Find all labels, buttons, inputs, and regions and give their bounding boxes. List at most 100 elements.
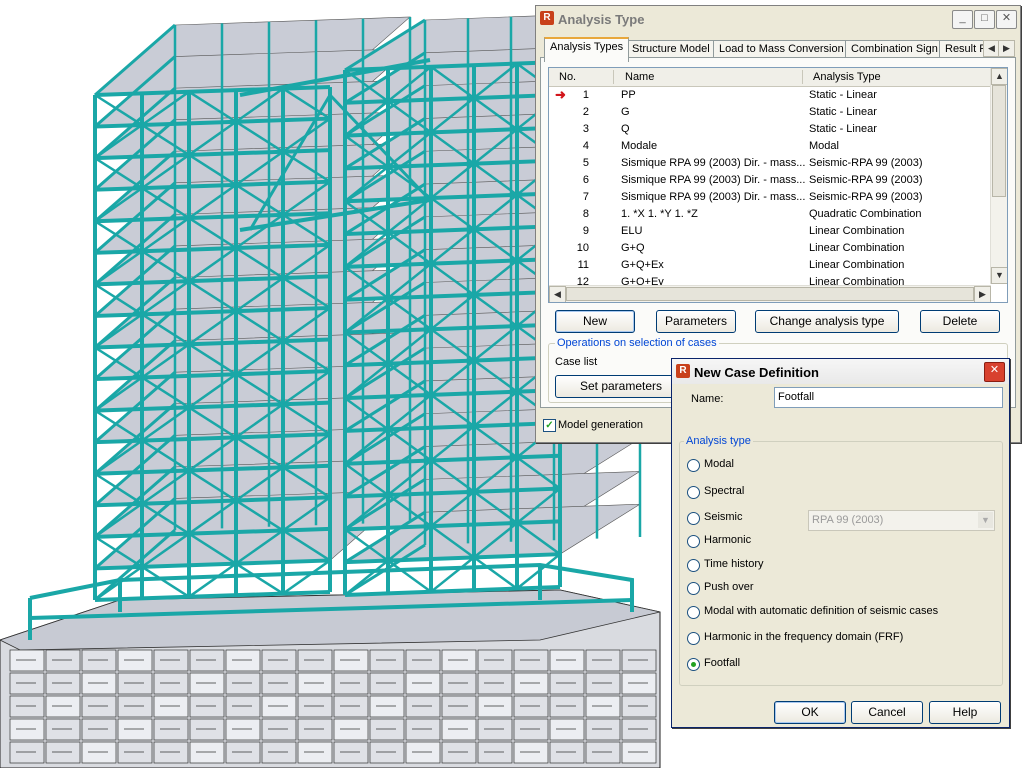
scroll-up-icon[interactable]: ▲	[991, 68, 1007, 85]
operations-group-title: Operations on selection of cases	[555, 337, 719, 349]
cell-no: 4	[582, 140, 589, 152]
ok-button[interactable]: OK	[774, 701, 846, 724]
radio-label: Footfall	[704, 657, 741, 669]
cell-name: Sismique RPA 99 (2003) Dir. - mass...	[621, 157, 806, 169]
cell-type: Static - Linear	[809, 123, 877, 135]
cell-name: Q	[621, 123, 630, 135]
analysis-type-group-title: Analysis type	[684, 435, 753, 447]
maximize-icon[interactable]: □	[974, 10, 995, 29]
cell-no: 11	[577, 259, 589, 271]
change-analysis-type-button[interactable]: Change analysis type	[755, 310, 899, 333]
radio-label: Modal	[704, 458, 734, 470]
hscroll-thumb[interactable]	[566, 287, 974, 301]
model-generation-label: Model generation	[558, 419, 644, 431]
cell-name: G+Q	[621, 242, 645, 254]
cell-no: 2	[582, 106, 589, 118]
vertical-scrollbar[interactable]: ▲ ▼	[990, 68, 1007, 284]
table-row[interactable]: 11 G+Q+Ex Linear Combination	[549, 257, 991, 274]
minimize-icon[interactable]: _	[952, 10, 973, 29]
robot-app-icon: R	[676, 364, 690, 378]
radio-button[interactable]	[687, 512, 700, 525]
table-row[interactable]: ➜ 1 PP Static - Linear	[549, 87, 991, 104]
cell-name: ELU	[621, 225, 643, 237]
cell-type: Quadratic Combination	[809, 208, 922, 220]
cell-name: Sismique RPA 99 (2003) Dir. - mass...	[621, 191, 806, 203]
radio-label: Seismic	[704, 511, 743, 523]
scroll-down-icon[interactable]: ▼	[991, 267, 1007, 284]
tab-analysis-types[interactable]: Analysis Types	[544, 37, 630, 62]
cell-name: G+Q+Ex	[621, 259, 664, 271]
close-icon[interactable]: ✕	[984, 362, 1005, 382]
analysis-cases-table[interactable]: No. Name Analysis Type ➜ 1 PP Static - Line…	[548, 67, 1008, 303]
cell-type: Seismic-RPA 99 (2003)	[809, 157, 923, 169]
radio-label: Modal with automatic definition of seism…	[704, 605, 939, 617]
cell-no: 7	[582, 191, 589, 203]
cancel-button[interactable]: Cancel	[851, 701, 923, 724]
cell-type: Seismic-RPA 99 (2003)	[809, 174, 923, 186]
table-row[interactable]: 7 Sismique RPA 99 (2003) Dir. - mass... Se…	[549, 189, 991, 206]
new-button[interactable]: New	[555, 310, 635, 333]
table-row[interactable]: 5 Sismique RPA 99 (2003) Dir. - mass... Se…	[549, 155, 991, 172]
cell-name: G	[621, 106, 630, 118]
radio-button[interactable]	[687, 582, 700, 595]
radio-label: Push over	[704, 581, 754, 593]
radio-button[interactable]	[687, 606, 700, 619]
cell-name: PP	[621, 89, 636, 101]
cell-no: 1	[582, 89, 589, 101]
table-header: No. Name Analysis Type	[549, 68, 991, 87]
table-row[interactable]: 3 Q Static - Linear	[549, 121, 991, 138]
cell-no: 9	[582, 225, 589, 237]
tab-scroll-right-icon[interactable]: ▶	[998, 40, 1015, 57]
new-case-title: New Case Definition	[694, 365, 819, 380]
radio-button[interactable]	[687, 459, 700, 472]
close-icon[interactable]: ✕	[996, 10, 1017, 29]
column-no[interactable]: No.	[559, 71, 576, 83]
cell-type: Seismic-RPA 99 (2003)	[809, 191, 923, 203]
horizontal-scrollbar[interactable]: ◀ ▶	[549, 285, 991, 302]
column-analysis-type[interactable]: Analysis Type	[813, 71, 881, 83]
case-list-label: Case list	[555, 356, 598, 368]
table-row[interactable]: 6 Sismique RPA 99 (2003) Dir. - mass... Se…	[549, 172, 991, 189]
cell-type: Linear Combination	[809, 225, 905, 237]
table-row[interactable]: 10 G+Q Linear Combination	[549, 240, 991, 257]
analysis-type-titlebar[interactable]: R Analysis Type _ □ ✕	[536, 6, 1020, 32]
chevron-down-icon[interactable]: ▼	[978, 512, 993, 528]
cell-no: 5	[582, 157, 589, 169]
table-row[interactable]: 4 Modale Modal	[549, 138, 991, 155]
table-row[interactable]: 2 G Static - Linear	[549, 104, 991, 121]
new-case-titlebar[interactable]: R New Case Definition ✕	[672, 359, 1009, 384]
parameters-button[interactable]: Parameters	[656, 310, 736, 333]
case-name-field[interactable]: Footfall	[774, 387, 1003, 408]
cell-type: Linear Combination	[809, 259, 905, 271]
radio-button[interactable]	[687, 632, 700, 645]
cell-type: Linear Combination	[809, 242, 905, 254]
radio-button[interactable]	[687, 658, 700, 671]
seismic-code-select[interactable]: RPA 99 (2003) ▼	[808, 510, 995, 531]
radio-button[interactable]	[687, 486, 700, 499]
cell-no: 6	[582, 174, 589, 186]
model-generation-checkbox[interactable]: ✓	[543, 419, 556, 432]
delete-button[interactable]: Delete	[920, 310, 1000, 333]
radio-label: Spectral	[704, 485, 745, 497]
scroll-left-icon[interactable]: ◀	[549, 286, 566, 302]
cell-name: Sismique RPA 99 (2003) Dir. - mass...	[621, 174, 806, 186]
cell-no: 8	[582, 208, 589, 220]
radio-button[interactable]	[687, 559, 700, 572]
table-row[interactable]: 8 1. *X 1. *Y 1. *Z Quadratic Combination	[549, 206, 991, 223]
cell-type: Static - Linear	[809, 89, 877, 101]
scroll-right-icon[interactable]: ▶	[974, 286, 991, 302]
help-button[interactable]: Help	[929, 701, 1001, 724]
radio-button[interactable]	[687, 535, 700, 548]
case-name-value: Footfall	[778, 391, 815, 403]
scroll-thumb[interactable]	[992, 85, 1006, 197]
set-parameters-button[interactable]: Set parameters	[555, 375, 687, 398]
robot-app-icon: R	[540, 11, 554, 25]
cell-type: Static - Linear	[809, 106, 877, 118]
cell-no: 10	[576, 242, 589, 254]
column-name[interactable]: Name	[625, 71, 654, 83]
radio-label: Time history	[704, 558, 764, 570]
table-row[interactable]: 9 ELU Linear Combination	[549, 223, 991, 240]
cell-no: 3	[582, 123, 589, 135]
name-label: Name:	[691, 393, 724, 405]
cell-type: Modal	[809, 140, 839, 152]
